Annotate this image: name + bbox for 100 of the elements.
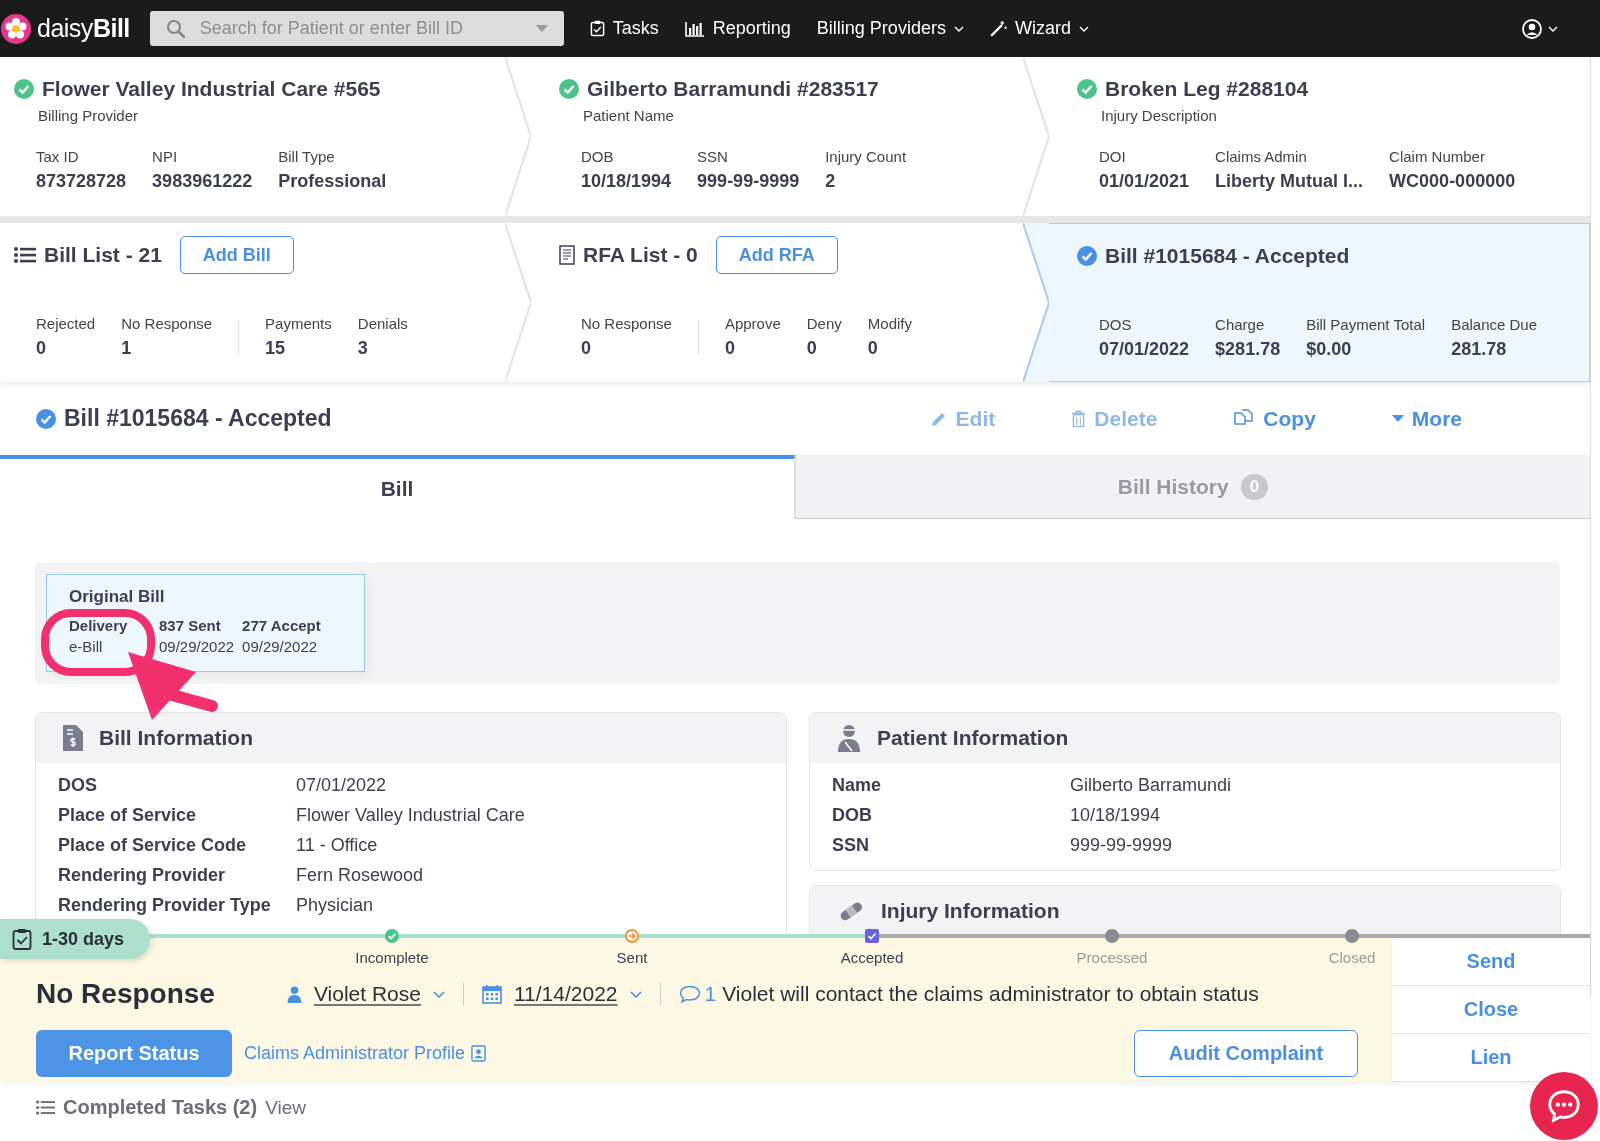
row-value: Gilberto Barramundi xyxy=(1070,775,1233,796)
column-value: 09/29/2022 xyxy=(159,638,235,655)
field-value: 01/01/2021 xyxy=(1099,171,1190,192)
stat-label: Deny xyxy=(806,315,842,332)
stat-label: Approve xyxy=(724,315,781,332)
field-label: Claim Number xyxy=(1389,148,1486,165)
row-value: 07/01/2022 xyxy=(296,775,388,796)
field-label: Injury Count xyxy=(825,148,907,165)
summary-panel[interactable]: Flower Valley Industrial Care #565 Billing Provider Tax ID 873728728 NPI 3983961222 Bill Type Professional xyxy=(0,57,505,216)
search-bar[interactable]: Search for Patient or enter Bill ID xyxy=(149,11,564,46)
field-value: 3983961222 xyxy=(152,171,253,192)
card-title: Bill Information xyxy=(99,726,253,750)
user-menu[interactable] xyxy=(1522,18,1558,39)
row-label: Rendering Provider xyxy=(58,865,227,886)
summary-title: Bill #1015684 - Accepted xyxy=(1105,244,1350,268)
summary-panel[interactable]: Broken Leg #288104 Injury Description DOI 01/01/2021 Claims Admin Liberty Mutual I... Claim Number WC000-000000 xyxy=(1049,57,1590,216)
stat-value: 0 xyxy=(36,338,47,359)
column-label: 837 Sent xyxy=(159,617,222,634)
card-title: Patient Information xyxy=(877,726,1069,750)
task-status: No Response xyxy=(36,978,215,1010)
bill-title: Bill #1015684 - Accepted xyxy=(64,405,332,432)
summary-panel[interactable]: Gilberto Barramundi #283517 Patient Name DOB 10/18/1994 SSN 999-99-9999 Injury Count 2 xyxy=(531,57,1023,216)
clipboard-check-icon xyxy=(589,20,605,37)
nav-menu-item[interactable]: Tasks xyxy=(589,18,659,39)
stage-label: Processed xyxy=(1076,949,1148,966)
stat-label: Rejected xyxy=(36,315,96,332)
field-label: Claims Admin xyxy=(1215,148,1308,165)
trash-icon xyxy=(1071,409,1087,428)
stat-label: DOS xyxy=(1099,316,1133,333)
stat-value: 0 xyxy=(724,338,736,359)
row-value: Physician xyxy=(296,895,375,916)
chevron-down-icon xyxy=(629,990,642,998)
speech-bubble-icon xyxy=(678,985,701,1003)
column-value: e-Bill xyxy=(69,638,104,655)
row-label: DOB xyxy=(832,805,873,826)
stat-value: 3 xyxy=(357,338,369,359)
column-value: 09/29/2022 xyxy=(242,638,319,655)
chat-icon xyxy=(1545,1087,1583,1125)
row-label: DOS xyxy=(58,775,98,796)
field-value: 873728728 xyxy=(36,171,127,192)
stat-value: 281.78 xyxy=(1451,339,1508,360)
stat-label: Bill Payment Total xyxy=(1306,316,1426,333)
assignee-picker[interactable]: Violet Rose xyxy=(286,982,445,1006)
field-label: DOB xyxy=(581,148,615,165)
flower-logo-icon xyxy=(1,13,31,44)
stat-label: No Response xyxy=(121,315,213,332)
search-icon xyxy=(165,18,186,39)
nav-menu-item[interactable]: Billing Providers xyxy=(816,18,964,39)
check-circle-icon xyxy=(1077,246,1097,266)
summary-subtitle: Injury Description xyxy=(1101,107,1218,124)
list-icon xyxy=(36,1100,55,1115)
card-title: Injury Information xyxy=(881,899,1060,923)
stat-value: 15 xyxy=(265,338,287,359)
row-label: Rendering Provider Type xyxy=(58,895,272,916)
user-avatar-icon xyxy=(1522,18,1542,39)
contact-card-icon xyxy=(471,1045,487,1062)
stat-value: 07/01/2022 xyxy=(1099,339,1190,360)
row-value: Flower Valley Industrial Care xyxy=(296,805,526,826)
summary-panel[interactable]: Bill List - 21 Add Bill Rejected 0 No Response 1 Payments 15 Denials 3 xyxy=(0,223,505,382)
stage-label: Incomplete xyxy=(355,949,429,966)
field-label: Bill Type xyxy=(278,148,336,165)
nav-menu-item[interactable]: Wizard xyxy=(989,18,1089,39)
original-bill-card[interactable]: Original Bill Delivery e-Bill 837 Sent 09/29/2022 277 Accept 09/29/2022 xyxy=(46,574,365,672)
stage-label: Closed xyxy=(1328,949,1376,966)
card-title: Original Bill xyxy=(69,587,166,607)
stat-label: No Response xyxy=(581,315,672,332)
summary-title: Gilberto Barramundi #283517 xyxy=(587,77,879,101)
stage-label: Sent xyxy=(616,949,648,966)
summary-title: Broken Leg #288104 xyxy=(1105,77,1309,101)
stat-label: Balance Due xyxy=(1451,316,1538,333)
row-value: 999-99-9999 xyxy=(1070,835,1174,856)
due-date-picker[interactable]: 11/14/2022 xyxy=(481,982,642,1006)
row-label: Name xyxy=(832,775,883,796)
app-logo-text[interactable]: daisyBill xyxy=(37,14,130,43)
bar-chart-icon xyxy=(684,20,705,37)
list-icon xyxy=(14,247,36,263)
row-value: 10/18/1994 xyxy=(1070,805,1162,826)
chevron-down-icon xyxy=(432,990,445,998)
field-label: NPI xyxy=(152,148,179,165)
row-value: 11 - Office xyxy=(296,835,379,856)
stat-value: $281.78 xyxy=(1215,339,1281,360)
person-icon xyxy=(286,985,302,1003)
patient-icon xyxy=(837,724,861,752)
invoice-icon xyxy=(63,725,83,751)
row-label: SSN xyxy=(832,835,870,856)
summary-title: Bill List - 21 xyxy=(44,243,162,267)
search-input[interactable]: Search for Patient or enter Bill ID xyxy=(197,17,524,40)
summary-subtitle: Billing Provider xyxy=(38,107,140,124)
stat-label: Charge xyxy=(1215,316,1266,333)
summary-title: Flower Valley Industrial Care #565 xyxy=(42,77,381,101)
summary-panel[interactable]: RFA List - 0 Add RFA No Response 0 Approve 0 Deny 0 Modify 0 xyxy=(531,223,1023,382)
field-label: SSN xyxy=(697,148,729,165)
field-value: Liberty Mutual I... xyxy=(1215,171,1364,192)
view-link[interactable]: View xyxy=(265,1096,306,1119)
document-icon xyxy=(559,245,575,265)
nav-menu-item[interactable]: Reporting xyxy=(684,18,791,39)
magic-wand-icon xyxy=(989,20,1007,37)
tab[interactable]: Bill xyxy=(0,455,795,519)
field-value: 2 xyxy=(825,171,837,192)
clipboard-check-icon xyxy=(12,928,32,950)
